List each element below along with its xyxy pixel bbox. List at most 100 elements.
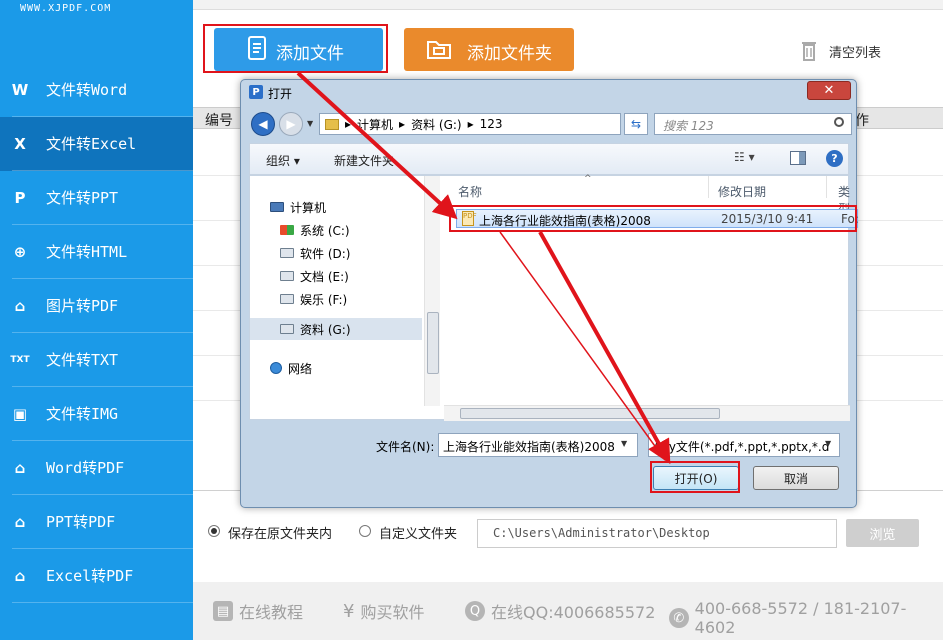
- forward-arrow-icon[interactable]: ▶: [279, 112, 303, 136]
- phone-info: ✆ 400-668-5572 / 181-2107-4602: [669, 599, 943, 637]
- footer-bar: ▤ 在线教程 ¥ 购买软件 Q 在线QQ:4006685572 ✆ 400-66…: [193, 582, 943, 640]
- tree-item[interactable]: 软件 (D:): [280, 243, 350, 263]
- views-icon[interactable]: ☷ ▾: [734, 150, 770, 168]
- online-tutorial-link[interactable]: ▤ 在线教程: [213, 599, 303, 623]
- sidebar-item-label: 文件转Word: [46, 81, 128, 99]
- list-scrollbar[interactable]: [444, 405, 850, 421]
- sidebar-item[interactable]: P 文件转PPT: [0, 171, 193, 225]
- filename-input[interactable]: 上海各行业能效指南(表格)2008: [438, 433, 638, 457]
- tree-item[interactable]: 计算机: [270, 197, 326, 217]
- sidebar-item-label: 文件转IMG: [46, 405, 119, 423]
- image-icon: ▣: [12, 405, 28, 423]
- trash-icon: [802, 42, 816, 61]
- help-icon[interactable]: ?: [826, 150, 843, 167]
- sidebar-item[interactable]: ⌂ PPT转PDF: [0, 495, 193, 549]
- qq-icon: Q: [465, 601, 485, 621]
- dialog-titlebar[interactable]: P 打开 ✕: [241, 80, 856, 105]
- windows-drive-icon: [280, 225, 294, 235]
- tree-item[interactable]: 系统 (C:): [280, 220, 350, 240]
- filename-label: 文件名(N):: [376, 440, 435, 454]
- online-qq-label: 在线QQ:4006685572: [491, 603, 656, 622]
- buy-software-link[interactable]: ¥ 购买软件: [343, 599, 424, 623]
- sidebar-item-label: 文件转TXT: [46, 351, 119, 369]
- sidebar-separator: [12, 602, 193, 603]
- clear-list-button[interactable]: 清空列表: [799, 40, 881, 62]
- browse-button[interactable]: 浏览: [846, 519, 919, 547]
- sidebar-item[interactable]: ⌂ 图片转PDF: [0, 279, 193, 333]
- word-icon: W: [11, 81, 29, 99]
- output-path-field[interactable]: C:\Users\Administrator\Desktop: [477, 519, 837, 548]
- top-strip: [193, 0, 943, 10]
- yen-icon: ¥: [343, 600, 355, 622]
- output-options: 保存在原文件夹内 自定义文件夹 C:\Users\Administrator\D…: [193, 510, 943, 554]
- sidebar-item-label: Word转PDF: [46, 459, 125, 477]
- sidebar-item[interactable]: ⊕ 文件转HTML: [0, 225, 193, 279]
- tree-item-label: 网络: [288, 361, 313, 376]
- txt-icon: TXT: [10, 355, 30, 365]
- tree-item[interactable]: 资料 (G:): [280, 319, 351, 339]
- keep-original-label: 保存在原文件夹内: [228, 527, 333, 542]
- organize-menu[interactable]: 组织 ▾: [266, 152, 300, 169]
- cancel-button[interactable]: 取消: [753, 466, 839, 490]
- tree-item-label: 系统 (C:): [300, 223, 350, 238]
- back-arrow-icon[interactable]: ◀: [251, 112, 275, 136]
- sidebar-item[interactable]: ⌂ Word转PDF: [0, 441, 193, 495]
- drive-icon: [280, 271, 294, 281]
- brand-url: WWW.XJPDF.COM: [20, 3, 112, 14]
- drive-icon: [280, 294, 294, 304]
- tree-item-label: 资料 (G:): [300, 322, 351, 337]
- tree-item[interactable]: 文档 (E:): [280, 266, 349, 286]
- refresh-icon[interactable]: ⇆: [624, 113, 648, 135]
- column-modified-header[interactable]: 修改日期: [718, 183, 766, 200]
- add-folder-label: 添加文件夹: [467, 44, 552, 64]
- nav-scrollbar[interactable]: [424, 176, 440, 406]
- preview-pane-icon[interactable]: [790, 151, 806, 165]
- sidebar-item[interactable]: ▣ 文件转IMG: [0, 387, 193, 441]
- pdf-icon: ⌂: [14, 297, 26, 315]
- address-segment[interactable]: 123: [480, 117, 503, 131]
- column-number-header: 编号: [205, 113, 233, 129]
- search-input[interactable]: 搜索 123: [654, 113, 852, 135]
- sidebar: WWW.XJPDF.COM W 文件转Word X 文件转Excel P 文件转PPT ⊕ 文…: [0, 0, 193, 640]
- filetype-select[interactable]: Any文件(*.pdf,*.ppt,*.pptx,*.d: [648, 433, 840, 457]
- tree-item-label: 软件 (D:): [300, 246, 351, 261]
- sidebar-item[interactable]: X 文件转Excel: [0, 117, 193, 171]
- sidebar-item[interactable]: TXT 文件转TXT: [0, 333, 193, 387]
- tree-item[interactable]: 娱乐 (F:): [280, 289, 347, 309]
- column-name-header[interactable]: 名称: [458, 183, 482, 200]
- filetype-dropdown-icon[interactable]: ▼: [825, 439, 831, 448]
- add-folder-button[interactable]: 添加文件夹: [404, 28, 574, 71]
- keep-original-radio[interactable]: [208, 525, 220, 537]
- new-folder-button[interactable]: 新建文件夹: [334, 152, 394, 169]
- open-button-highlight: [650, 461, 740, 493]
- add-file-highlight: [203, 24, 388, 73]
- column-separator: [826, 176, 827, 198]
- search-icon[interactable]: [834, 117, 844, 127]
- sort-arrow-icon: ^: [584, 174, 592, 184]
- address-bar[interactable]: ▸ 计算机 ▸ 资料 (G:) ▸ 123: [319, 113, 621, 135]
- dialog-close-button[interactable]: ✕: [807, 81, 851, 100]
- address-segment[interactable]: 计算机: [357, 116, 393, 133]
- filename-dropdown-icon[interactable]: ▼: [621, 439, 627, 448]
- tree-item-label: 文档 (E:): [300, 269, 349, 284]
- sidebar-item-label: 图片转PDF: [46, 297, 119, 315]
- sidebar-item-label: Excel转PDF: [46, 567, 134, 585]
- history-dropdown-icon[interactable]: ▼: [307, 119, 313, 128]
- buy-software-label: 购买软件: [360, 603, 425, 622]
- online-qq-link[interactable]: Q 在线QQ:4006685572: [465, 599, 655, 623]
- custom-folder-label: 自定义文件夹: [379, 527, 458, 542]
- sidebar-item[interactable]: ⌂ Excel转PDF: [0, 549, 193, 603]
- address-sep-icon: ▸: [399, 117, 406, 131]
- sidebar-item[interactable]: W 文件转Word: [0, 63, 193, 117]
- nav-scrollbar-thumb[interactable]: [427, 312, 439, 374]
- tutorial-icon: ▤: [213, 601, 233, 621]
- globe-icon: ⊕: [13, 243, 27, 261]
- address-segment[interactable]: 资料 (G:): [411, 116, 462, 133]
- sidebar-item-label: PPT转PDF: [46, 513, 116, 531]
- list-scrollbar-thumb[interactable]: [460, 408, 720, 419]
- file-row-highlight: [449, 205, 857, 232]
- online-tutorial-label: 在线教程: [239, 603, 304, 622]
- tree-item[interactable]: 网络: [270, 358, 312, 378]
- custom-folder-radio[interactable]: [359, 525, 371, 537]
- sidebar-item-label: 文件转HTML: [46, 243, 128, 261]
